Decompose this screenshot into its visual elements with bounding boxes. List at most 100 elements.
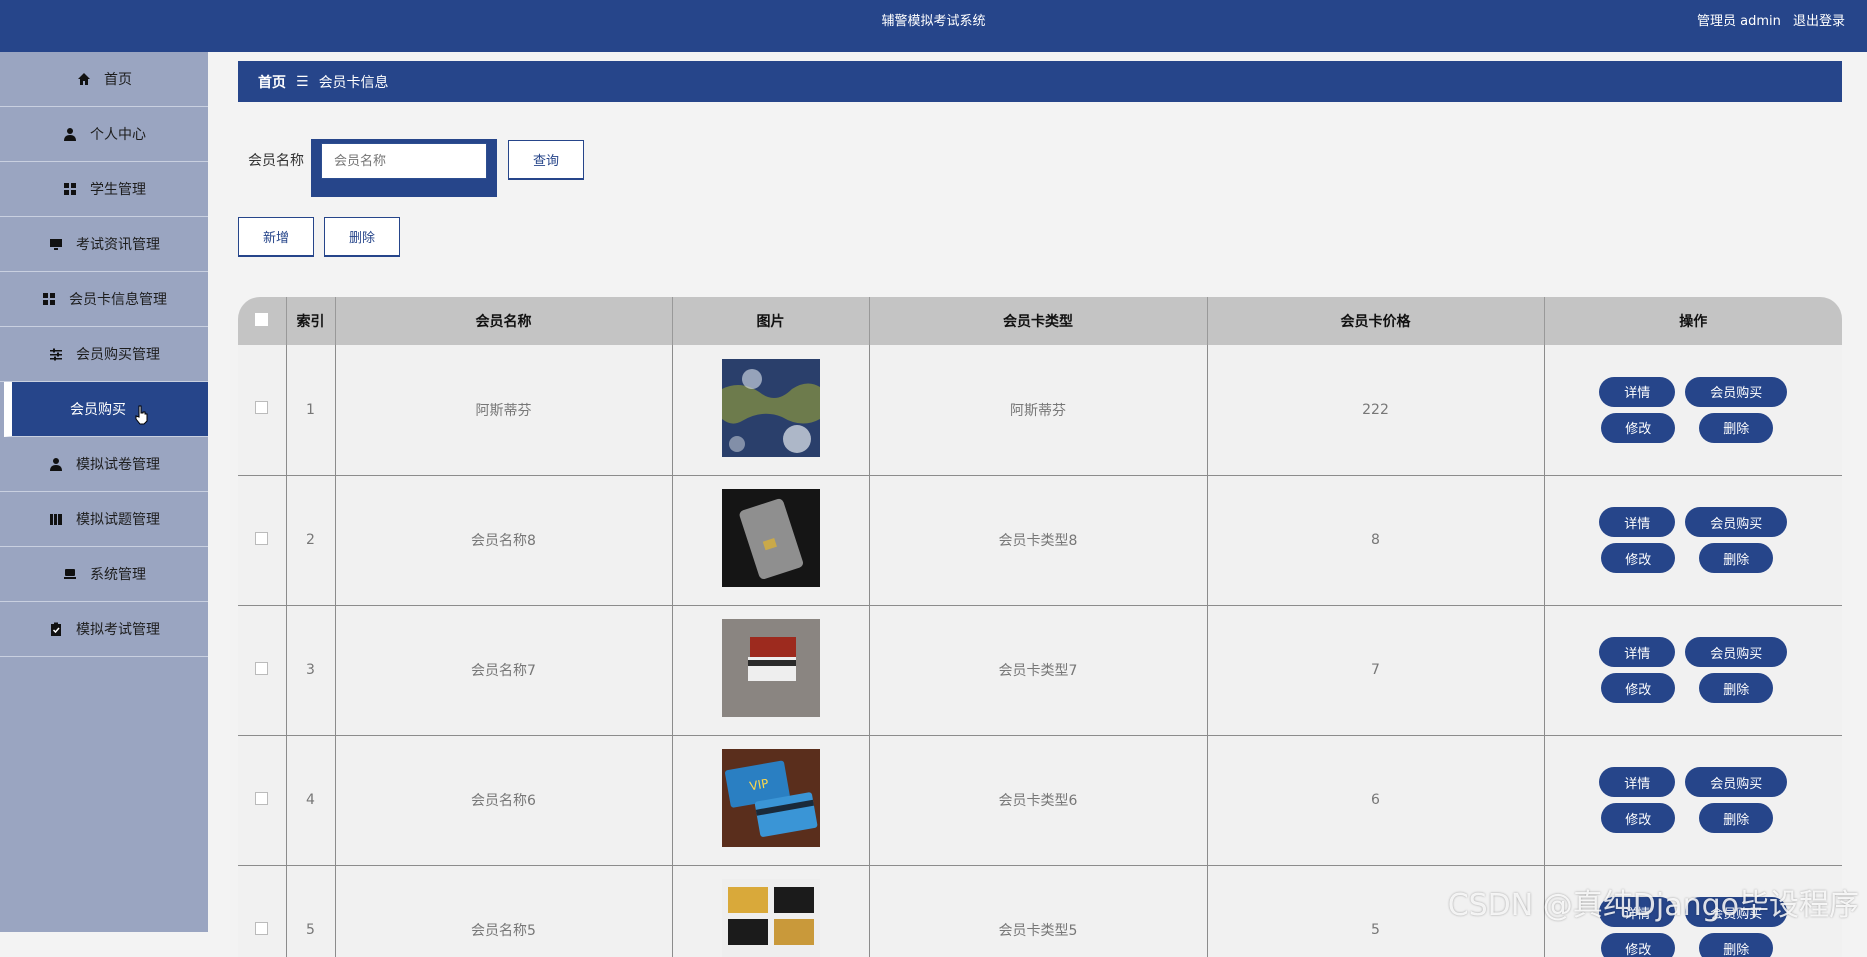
buy-button[interactable]: 会员购买: [1685, 376, 1788, 407]
row-price: 8: [1207, 475, 1545, 606]
table-row: 3 会员名称7 会员卡类型7 7 详情 会员购买 修改 删除: [238, 605, 1842, 736]
home-icon: [76, 71, 92, 87]
row-checkbox[interactable]: [255, 531, 269, 545]
select-all-cell: [238, 297, 287, 345]
sidebar-item-purchase[interactable]: 会员购买: [4, 382, 208, 437]
computer-icon: [62, 566, 78, 582]
edit-button[interactable]: 修改: [1601, 543, 1676, 573]
grid-icon: [41, 291, 57, 307]
edit-button[interactable]: 修改: [1601, 933, 1676, 957]
sidebar-item-mock-questions[interactable]: 模拟试题管理: [0, 492, 208, 547]
delete-button[interactable]: 删除: [1699, 803, 1774, 833]
column-header: 会员名称: [335, 297, 673, 345]
sidebar-item-students[interactable]: 学生管理: [0, 162, 208, 217]
logout-link[interactable]: 退出登录: [1793, 14, 1845, 29]
row-name: 会员名称8: [335, 475, 673, 606]
sidebar-item-system[interactable]: 系统管理: [0, 547, 208, 602]
sidebar-item-mock-exam[interactable]: 模拟考试管理: [0, 602, 208, 657]
row-checkbox[interactable]: [255, 401, 269, 415]
buy-button[interactable]: 会员购买: [1685, 507, 1788, 537]
sidebar-item-label: 模拟考试管理: [76, 622, 160, 638]
row-index: 5: [286, 865, 336, 957]
monitor-icon: [48, 236, 64, 252]
table-row: 1 阿斯蒂芬 阿斯蒂芬 222 详情 会员购买 修改 删除: [238, 345, 1842, 476]
row-type: 会员卡类型6: [869, 735, 1208, 866]
delete-button[interactable]: 删除: [1699, 673, 1774, 703]
user-area: 管理员 admin 退出登录: [1689, 0, 1845, 44]
table-row: 2 会员名称8 会员卡类型8 8 详情 会员购买 修改 删除: [238, 475, 1842, 606]
row-index: 1: [286, 345, 336, 476]
main-content: 首页 ☰ 会员卡信息 会员名称 查询 新增 删除 索引 会员名称 图片 会员卡类…: [208, 52, 1867, 957]
buy-button[interactable]: 会员购买: [1685, 767, 1788, 797]
card-image: [721, 619, 820, 717]
search-label: 会员名称: [248, 153, 304, 169]
add-button[interactable]: 新增: [238, 217, 314, 257]
card-image: [721, 358, 820, 457]
edit-button[interactable]: 修改: [1601, 803, 1676, 833]
row-index: 3: [286, 605, 336, 736]
column-header: 图片: [672, 297, 870, 345]
breadcrumb-current: 会员卡信息: [318, 74, 389, 91]
detail-button[interactable]: 详情: [1599, 767, 1676, 797]
sidebar-item-exam-news[interactable]: 考试资讯管理: [0, 217, 208, 272]
sidebar-item-label: 考试资讯管理: [76, 237, 160, 253]
sidebar-item-label: 系统管理: [90, 567, 146, 583]
search-field-frame: [311, 139, 497, 197]
table-header-row: 索引 会员名称 图片 会员卡类型 会员卡价格 操作: [238, 297, 1842, 345]
column-header: 会员卡类型: [869, 297, 1208, 345]
user-icon: [62, 126, 78, 142]
row-index: 4: [286, 735, 336, 866]
card-image: VIP: [721, 749, 820, 847]
sidebar-item-label: 会员卡信息管理: [69, 292, 167, 308]
sidebar-item-label: 会员购买: [70, 402, 126, 418]
delete-button[interactable]: 删除: [1699, 543, 1774, 573]
card-image: [721, 489, 820, 587]
search-input[interactable]: [321, 143, 487, 179]
delete-button[interactable]: 删除: [1699, 933, 1774, 957]
row-checkbox[interactable]: [255, 791, 269, 805]
row-name: 会员名称6: [335, 735, 673, 866]
delete-button[interactable]: 删除: [1699, 412, 1774, 443]
breadcrumb-home[interactable]: 首页: [258, 72, 286, 92]
breadcrumb-separator-icon: ☰: [296, 73, 309, 90]
watermark: CSDN @真纯Django毕设程序: [1447, 888, 1859, 923]
query-button[interactable]: 查询: [508, 140, 584, 180]
detail-button[interactable]: 详情: [1599, 637, 1676, 667]
sidebar: 首页 个人中心 学生管理 考试资讯管理 会员卡信息管理 会员购买管理 会员购买 …: [0, 52, 208, 932]
sidebar-item-label: 学生管理: [90, 182, 146, 198]
row-type: 会员卡类型8: [869, 475, 1208, 606]
batch-delete-button[interactable]: 删除: [324, 217, 400, 257]
card-image: [721, 879, 820, 957]
column-header: 会员卡价格: [1207, 297, 1545, 345]
buy-button[interactable]: 会员购买: [1685, 637, 1788, 667]
sidebar-item-label: 首页: [104, 72, 132, 88]
detail-button[interactable]: 详情: [1599, 376, 1676, 407]
sidebar-item-label: 个人中心: [90, 127, 146, 143]
sidebar-item-mock-paper[interactable]: 模拟试卷管理: [0, 437, 208, 492]
row-checkbox[interactable]: [255, 921, 269, 935]
row-checkbox[interactable]: [255, 661, 269, 675]
top-bar: 辅警模拟考试系统 管理员 admin 退出登录: [0, 0, 1867, 52]
row-name: 会员名称5: [335, 865, 673, 957]
row-price: 222: [1207, 345, 1545, 476]
sidebar-item-card-info[interactable]: 会员卡信息管理: [0, 272, 208, 327]
sidebar-item-purchase-manage[interactable]: 会员购买管理: [0, 327, 208, 382]
breadcrumb: 首页 ☰ 会员卡信息: [238, 61, 1842, 102]
row-price: 6: [1207, 735, 1545, 866]
edit-button[interactable]: 修改: [1601, 412, 1676, 443]
table-row: 4 会员名称6 VIP 会员卡类型6 6 详情 会员购买 修改 删除: [238, 735, 1842, 866]
row-name: 会员名称7: [335, 605, 673, 736]
clipboard-check-icon: [48, 621, 64, 637]
user-label: 管理员 admin: [1696, 14, 1781, 29]
row-type: 阿斯蒂芬: [869, 345, 1208, 476]
sidebar-item-label: 模拟试卷管理: [76, 457, 160, 473]
sidebar-item-home[interactable]: 首页: [0, 52, 208, 107]
column-header: 操作: [1544, 297, 1842, 345]
data-table: 索引 会员名称 图片 会员卡类型 会员卡价格 操作 1 阿斯蒂芬 阿斯蒂芬 22…: [238, 297, 1842, 957]
row-price: 7: [1207, 605, 1545, 736]
edit-button[interactable]: 修改: [1601, 673, 1676, 703]
detail-button[interactable]: 详情: [1599, 507, 1676, 537]
sidebar-item-profile[interactable]: 个人中心: [0, 107, 208, 162]
select-all-checkbox[interactable]: [255, 312, 269, 326]
sliders-icon: [48, 346, 64, 362]
